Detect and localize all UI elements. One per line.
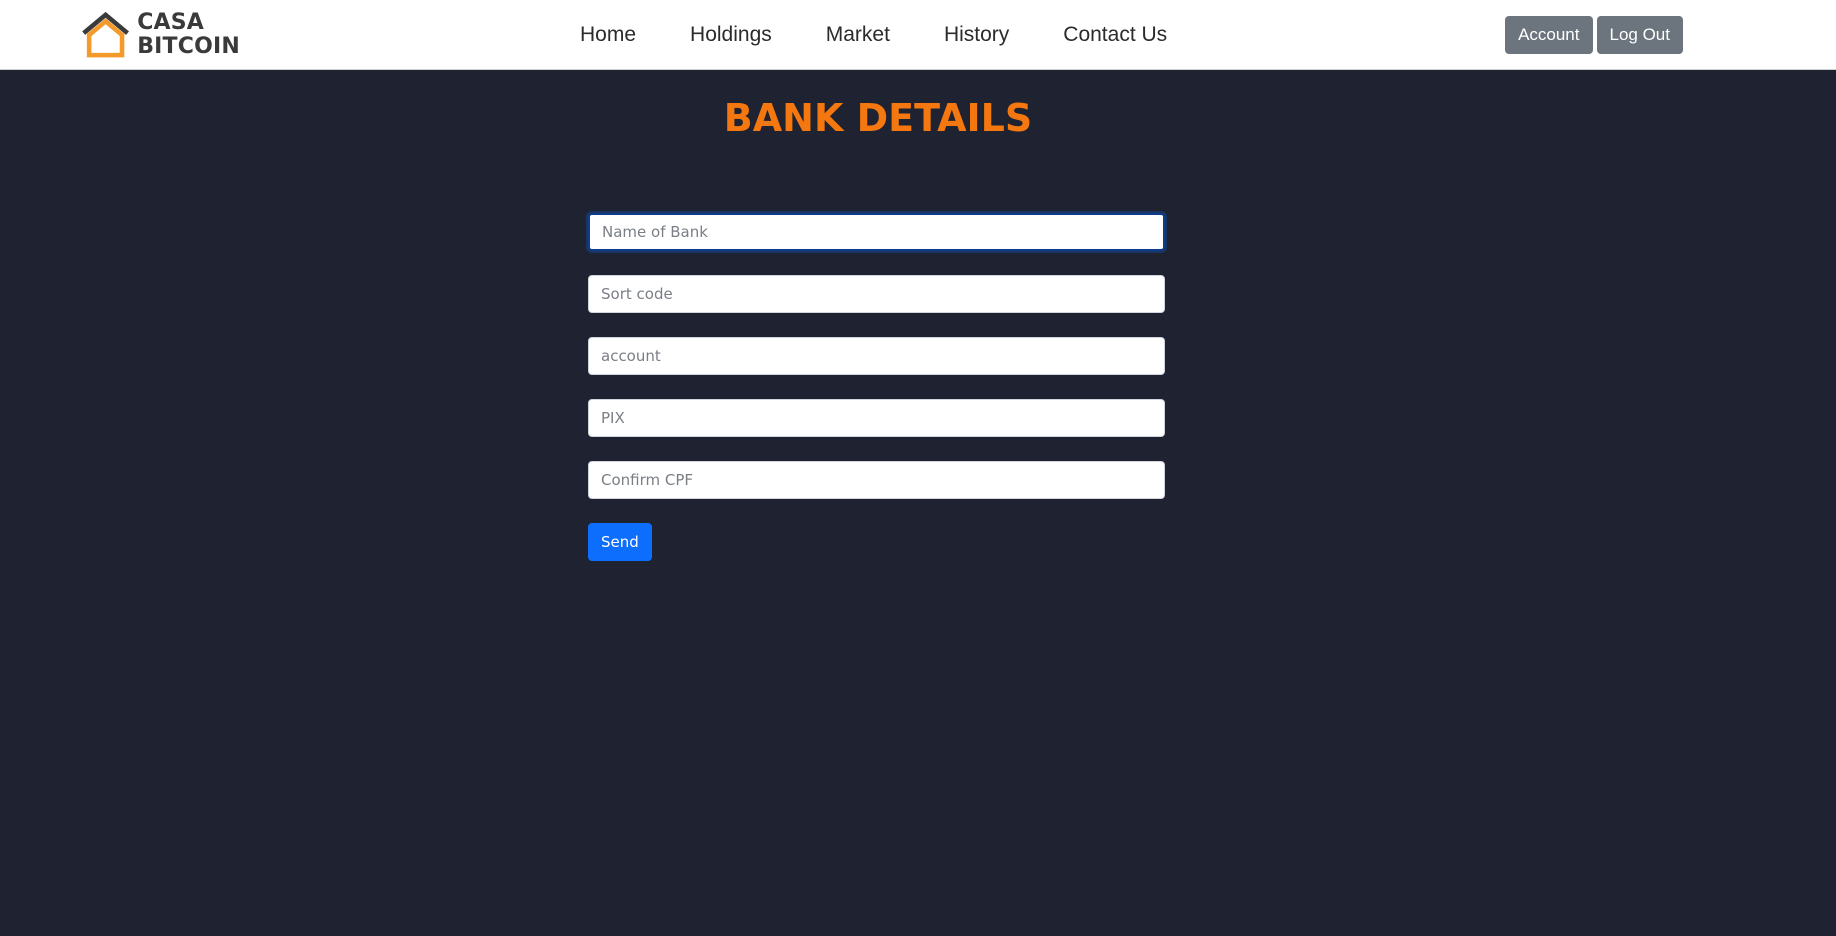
- nav-contact-us[interactable]: Contact Us: [1063, 23, 1167, 47]
- brand-line2: BITCOIN: [137, 34, 240, 59]
- navbar: CASA BITCOIN Home Holdings Market Histor…: [0, 0, 1836, 70]
- page-title: BANK DETAILS: [723, 96, 1033, 140]
- house-logo-icon: [82, 11, 129, 58]
- confirm-cpf-input[interactable]: [588, 461, 1165, 499]
- account-button[interactable]: Account: [1505, 16, 1593, 54]
- pix-input[interactable]: [588, 399, 1165, 437]
- brand-name: CASA BITCOIN: [137, 11, 240, 59]
- nav-holdings[interactable]: Holdings: [690, 23, 772, 47]
- main-nav: Home Holdings Market History Contact Us: [580, 0, 1167, 70]
- nav-actions: Account Log Out: [1501, 16, 1683, 54]
- nav-market[interactable]: Market: [826, 23, 890, 47]
- logout-button[interactable]: Log Out: [1596, 16, 1683, 54]
- sort-code-input[interactable]: [588, 275, 1165, 313]
- nav-history[interactable]: History: [944, 23, 1009, 47]
- send-button[interactable]: Send: [588, 523, 652, 561]
- brand-logo[interactable]: CASA BITCOIN: [80, 8, 240, 62]
- account-input[interactable]: [588, 337, 1165, 375]
- nav-home[interactable]: Home: [580, 23, 636, 47]
- bank-details-form: Send: [588, 213, 1165, 561]
- brand-line1: CASA: [137, 10, 205, 35]
- bank-name-input[interactable]: [588, 213, 1165, 251]
